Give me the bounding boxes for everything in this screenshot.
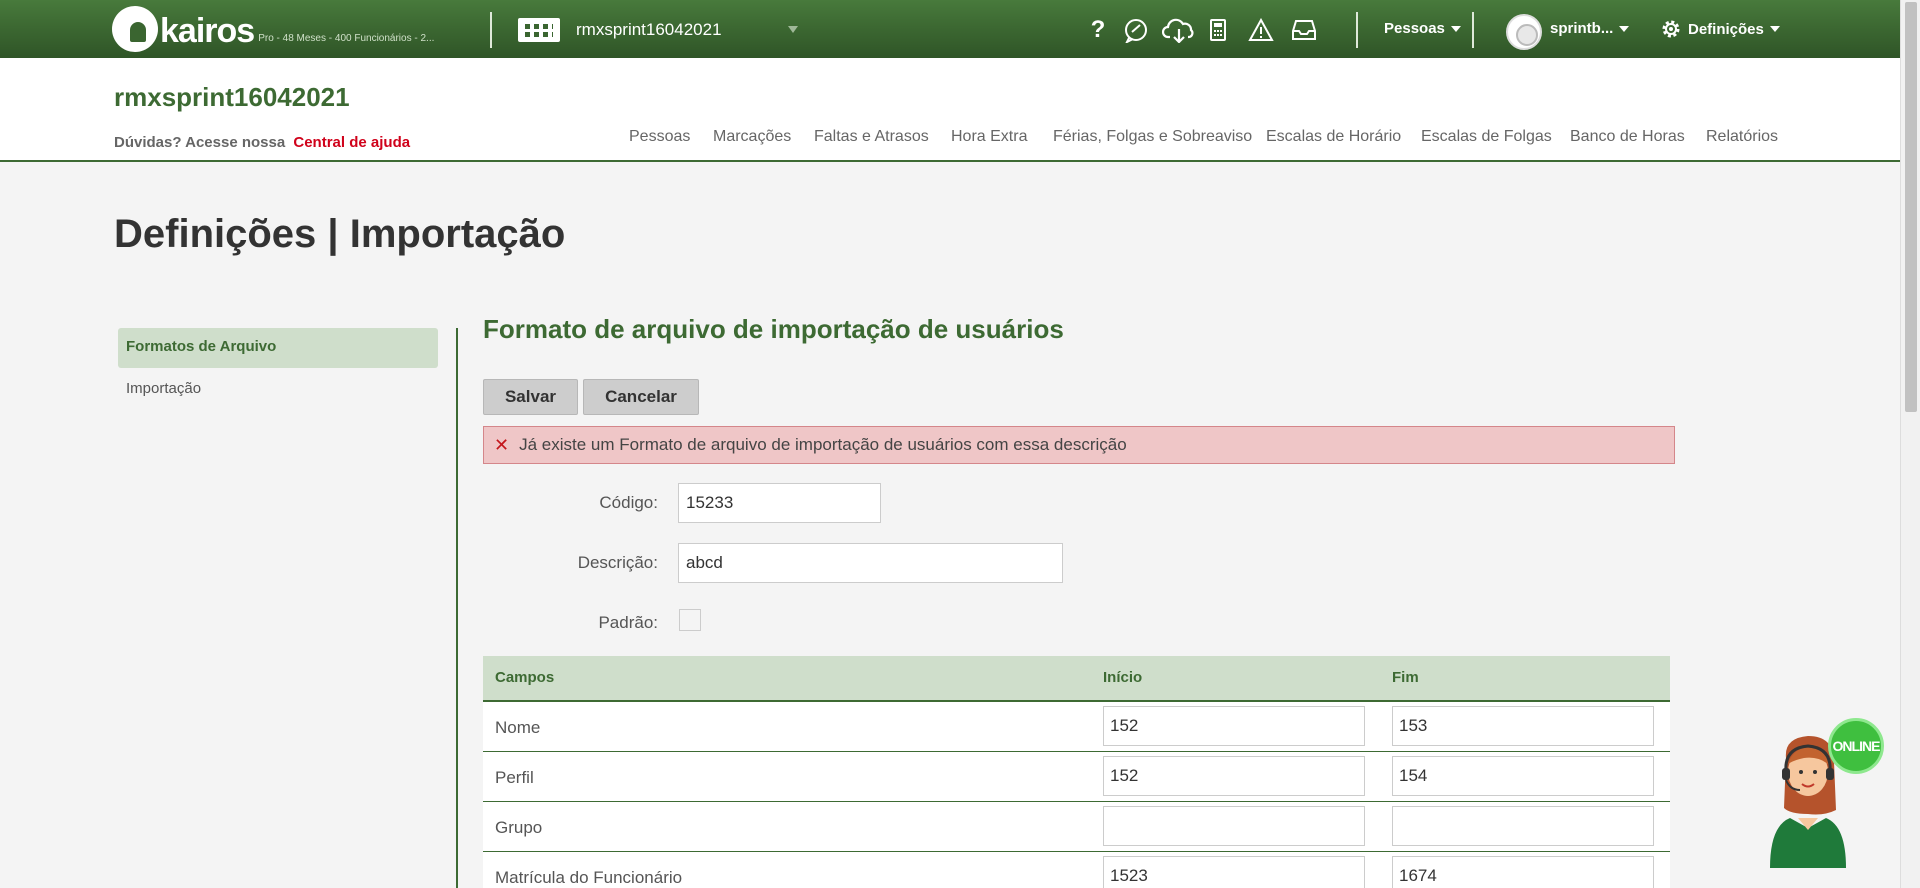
table-row: Nome: [483, 702, 1670, 752]
fim-input[interactable]: [1392, 756, 1654, 796]
field-name: Perfil: [495, 768, 534, 787]
chevron-down-icon: [1450, 25, 1461, 32]
table-row: Matrícula do Funcionário: [483, 852, 1670, 888]
cancel-button[interactable]: Cancelar: [583, 379, 699, 415]
chat-icon[interactable]: [1122, 16, 1150, 44]
table-row: Grupo: [483, 802, 1670, 852]
gear-icon: [1662, 20, 1680, 38]
calculator-icon[interactable]: [1208, 16, 1228, 44]
column-header-inicio: Início: [1103, 669, 1143, 686]
logo-text: kairos: [160, 12, 255, 50]
plan-info: Pro - 48 Meses - 400 Funcionários - 2...: [258, 33, 435, 44]
cloud-upload-icon[interactable]: [1162, 16, 1196, 44]
user-menu[interactable]: sprintb...: [1550, 20, 1630, 37]
nav-item-banco-horas[interactable]: Banco de Horas: [1570, 128, 1685, 146]
padrao-checkbox[interactable]: [679, 609, 701, 631]
field-name: Nome: [495, 718, 541, 737]
grid-header: Campos Início Fim: [483, 656, 1670, 702]
people-menu-label: Pessoas: [1384, 20, 1445, 37]
help-icon[interactable]: ?: [1090, 16, 1106, 44]
error-alert: ✕ Já existe um Formato de arquivo de imp…: [483, 426, 1675, 464]
sidebar-item-formatos-arquivo[interactable]: Formatos de Arquivo: [118, 328, 438, 368]
field-name: Matrícula do Funcionário: [495, 868, 683, 887]
nav-item-escalas-horario[interactable]: Escalas de Horário: [1266, 128, 1401, 146]
company-switcher-label: rmxsprint16042021: [576, 20, 722, 39]
fields-grid: Campos Início Fim Nome Perfil Grupo Matr…: [483, 656, 1670, 888]
settings-menu[interactable]: Definições: [1660, 18, 1780, 40]
warning-icon[interactable]: [1248, 16, 1274, 44]
nav-item-ferias[interactable]: Férias, Folgas e Sobreaviso: [1053, 128, 1252, 146]
descricao-field[interactable]: [678, 543, 1063, 583]
settings-menu-label: Definições: [1688, 20, 1764, 38]
chevron-down-icon: [788, 26, 798, 33]
section-title: Formato de arquivo de importação de usuá…: [483, 314, 1064, 344]
inbox-icon[interactable]: [1290, 16, 1318, 44]
padrao-label: Padrão:: [598, 613, 658, 632]
divider: [1472, 12, 1474, 48]
page-header: rmxsprint16042021 Dúvidas? Acesse nossa …: [0, 58, 1900, 162]
divider: [490, 12, 492, 48]
codigo-field[interactable]: [678, 483, 881, 523]
fim-input[interactable]: [1392, 706, 1654, 746]
divider: [1356, 12, 1358, 48]
main-nav: Pessoas Marcações Faltas e Atrasos Hora …: [0, 128, 1900, 158]
codigo-label: Código:: [599, 493, 658, 512]
nav-item-pessoas[interactable]: Pessoas: [629, 128, 690, 146]
user-name: sprintb...: [1550, 20, 1614, 37]
table-row: Perfil: [483, 752, 1670, 802]
company-switcher[interactable]: rmxsprint16042021: [518, 14, 798, 46]
nav-item-faltas-atrasos[interactable]: Faltas e Atrasos: [814, 128, 929, 146]
company-title: rmxsprint16042021: [114, 82, 350, 112]
column-header-campos: Campos: [495, 669, 555, 686]
inicio-input[interactable]: [1103, 756, 1365, 796]
people-menu[interactable]: Pessoas: [1384, 20, 1461, 37]
fim-input[interactable]: [1392, 856, 1654, 888]
column-header-fim: Fim: [1392, 669, 1419, 686]
field-name: Grupo: [495, 818, 543, 837]
avatar[interactable]: [1506, 14, 1542, 50]
nav-item-hora-extra[interactable]: Hora Extra: [951, 128, 1027, 146]
top-bar: kairos Pro - 48 Meses - 400 Funcionários…: [0, 0, 1900, 58]
sidebar-item-importacao[interactable]: Importação: [118, 368, 438, 409]
chevron-down-icon: [1619, 25, 1630, 32]
chat-widget[interactable]: ONLINE: [1764, 718, 1884, 868]
kairos-logo[interactable]: kairos Pro - 48 Meses - 400 Funcionários…: [112, 4, 434, 52]
scrollbar-thumb[interactable]: [1905, 2, 1917, 412]
save-button[interactable]: Salvar: [483, 379, 578, 415]
page-title: Definições | Importação: [114, 212, 566, 256]
scrollbar[interactable]: [1900, 0, 1920, 888]
inicio-input[interactable]: [1103, 856, 1365, 888]
nav-item-relatorios[interactable]: Relatórios: [1706, 128, 1778, 146]
sidebar: Formatos de Arquivo Importação: [118, 328, 438, 409]
online-status-badge[interactable]: ONLINE: [1828, 718, 1884, 774]
close-icon[interactable]: ✕: [494, 435, 509, 456]
inicio-input[interactable]: [1103, 806, 1365, 846]
nav-item-marcacoes[interactable]: Marcações: [713, 128, 791, 146]
descricao-label: Descrição:: [577, 553, 658, 572]
nav-item-escalas-folgas[interactable]: Escalas de Folgas: [1421, 128, 1552, 146]
error-message: Já existe um Formato de arquivo de impor…: [519, 435, 1127, 454]
fim-input[interactable]: [1392, 806, 1654, 846]
content-divider: [456, 328, 458, 888]
building-icon: [518, 18, 560, 42]
chevron-down-icon: [1769, 26, 1780, 32]
logo-mark-icon: [112, 6, 158, 52]
inicio-input[interactable]: [1103, 706, 1365, 746]
